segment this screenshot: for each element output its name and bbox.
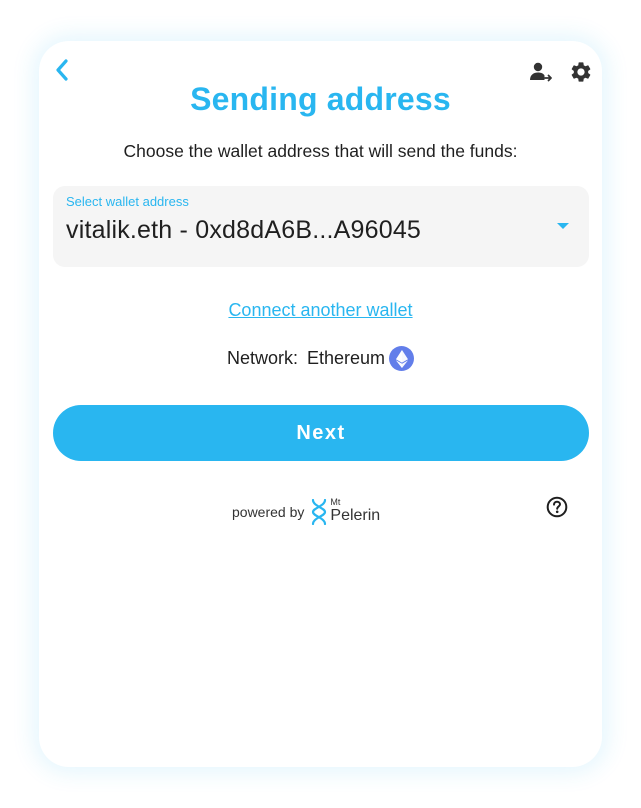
chevron-left-icon — [56, 59, 68, 81]
widget-card: Sending address Choose the wallet addres… — [39, 41, 602, 767]
network-value: Ethereum — [306, 348, 386, 368]
mt-pelerin-logo: Mt Pelerin — [311, 497, 382, 525]
powered-by-text: powered by — [232, 504, 305, 520]
wallet-address-value: vitalik.eth - 0xd8dA6B...A96045 — [66, 216, 422, 244]
powered-by: powered by Mt Pelerin — [232, 497, 382, 525]
footer: powered by Mt Pelerin — [39, 493, 602, 525]
wallet-address-select[interactable]: Select wallet address vitalik.eth - 0xd8… — [53, 186, 589, 267]
ethereum-icon — [389, 346, 415, 371]
next-button[interactable]: Next — [53, 405, 589, 461]
pelerin-logo-icon — [312, 499, 327, 525]
logo-name: Pelerin — [330, 507, 381, 524]
caret-down-icon — [557, 223, 569, 229]
page-subtitle: Choose the wallet address that will send… — [123, 141, 518, 161]
logo-prefix: Mt — [330, 497, 341, 507]
page: Sending address Choose the wallet addres… — [0, 0, 641, 808]
network-row: Network: Ethereum — [39, 346, 602, 371]
user-switch-icon — [530, 62, 552, 82]
wallet-address-label: Select wallet address — [66, 194, 189, 209]
back-button[interactable] — [51, 57, 73, 83]
page-title: Sending address — [190, 81, 451, 117]
network-label: Network: — [226, 348, 298, 368]
help-circle-icon[interactable] — [546, 496, 568, 518]
connect-another-wallet-link[interactable]: Connect another wallet — [39, 300, 602, 321]
